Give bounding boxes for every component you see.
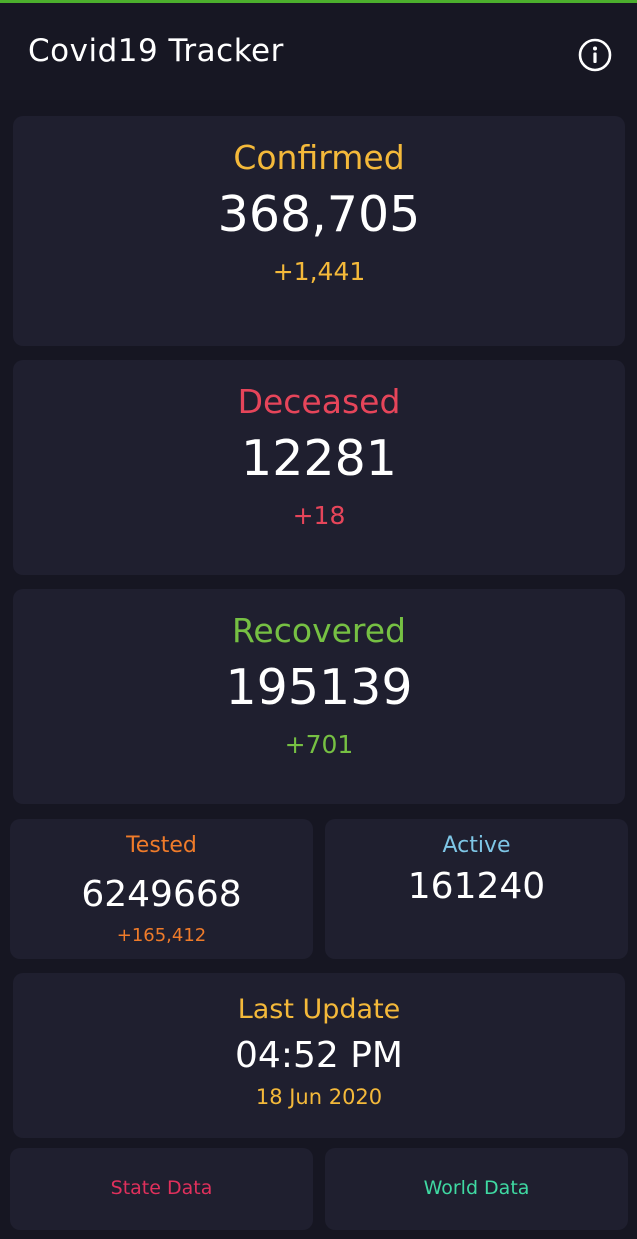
app-bar: Covid19 Tracker bbox=[0, 3, 637, 100]
deceased-delta: +18 bbox=[292, 501, 346, 530]
app-title: Covid19 Tracker bbox=[28, 33, 284, 69]
tested-delta: +165,412 bbox=[116, 925, 207, 946]
recovered-delta: +701 bbox=[284, 730, 354, 759]
active-card: Active 161240 bbox=[325, 819, 628, 959]
active-value: 161240 bbox=[407, 866, 546, 907]
last-update-time: 04:52 PM bbox=[235, 1035, 403, 1076]
info-circle-icon[interactable] bbox=[578, 38, 612, 72]
deceased-value: 12281 bbox=[241, 430, 397, 487]
last-update-label: Last Update bbox=[237, 994, 401, 1025]
tested-card: Tested 6249668 +165,412 bbox=[10, 819, 313, 959]
world-data-label: World Data bbox=[423, 1177, 530, 1199]
last-update-card: Last Update 04:52 PM 18 Jun 2020 bbox=[13, 973, 625, 1138]
active-label: Active bbox=[442, 833, 511, 858]
confirmed-card: Confirmed 368,705 +1,441 bbox=[13, 116, 625, 346]
tested-label: Tested bbox=[126, 833, 197, 858]
confirmed-delta: +1,441 bbox=[272, 257, 366, 286]
recovered-card: Recovered 195139 +701 bbox=[13, 589, 625, 804]
state-data-label: State Data bbox=[110, 1177, 213, 1199]
state-data-button[interactable]: State Data bbox=[10, 1148, 313, 1230]
deceased-card: Deceased 12281 +18 bbox=[13, 360, 625, 575]
deceased-label: Deceased bbox=[237, 382, 401, 421]
recovered-label: Recovered bbox=[231, 611, 406, 650]
world-data-button[interactable]: World Data bbox=[325, 1148, 628, 1230]
tested-value: 6249668 bbox=[81, 874, 242, 915]
confirmed-value: 368,705 bbox=[217, 186, 421, 243]
recovered-value: 195139 bbox=[225, 659, 413, 716]
confirmed-label: Confirmed bbox=[233, 138, 405, 177]
last-update-date: 18 Jun 2020 bbox=[255, 1085, 383, 1109]
